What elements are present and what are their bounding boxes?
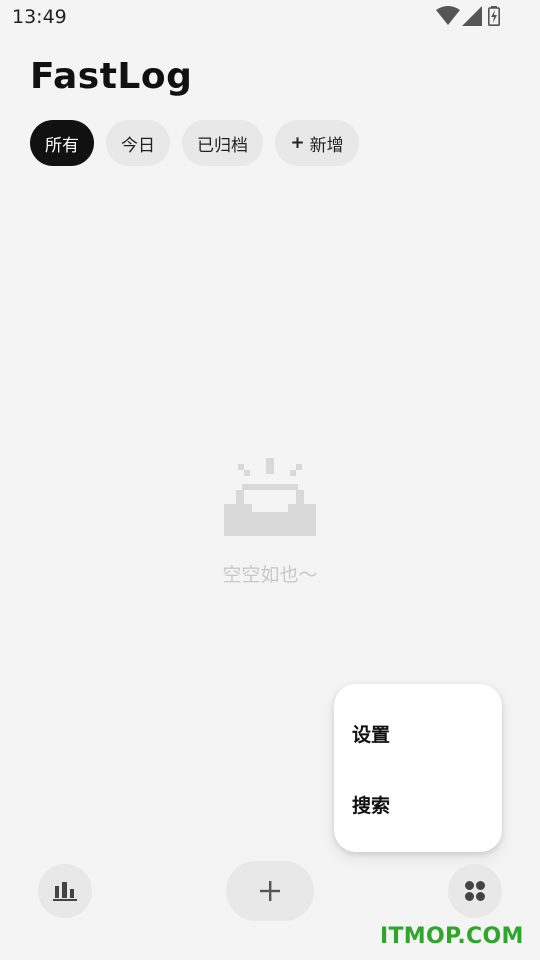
filter-chip-all[interactable]: 所有 (30, 120, 94, 166)
add-plus-glyph: + (290, 133, 305, 153)
battery-charging-icon (488, 6, 500, 26)
bar-chart-icon (53, 882, 77, 901)
page-title: FastLog (30, 56, 193, 97)
empty-state: 空空如也～ (0, 450, 540, 590)
plus-icon (260, 881, 280, 901)
add-log-button[interactable] (226, 861, 314, 921)
popup-menu: 设置 搜索 (334, 684, 502, 852)
menu-item-search[interactable]: 搜索 (352, 791, 390, 818)
filter-chip-archived[interactable]: 已归档 (182, 120, 263, 166)
status-time: 13:49 (12, 6, 67, 28)
signal-icon (462, 6, 482, 26)
filter-chip-today[interactable]: 今日 (106, 120, 170, 166)
more-menu-button[interactable] (448, 864, 502, 918)
empty-inbox-icon (224, 458, 316, 536)
wifi-icon (436, 6, 460, 25)
four-dots-icon (465, 881, 485, 901)
stats-button[interactable] (38, 864, 92, 918)
add-filter-button[interactable]: + 新增 (275, 120, 359, 166)
add-filter-label: 新增 (309, 135, 344, 156)
status-bar: 13:49 (0, 0, 540, 36)
watermark: ITMOP.COM (380, 924, 524, 949)
filter-row: 所有 今日 已归档 + 新增 (30, 120, 371, 166)
empty-state-text: 空空如也～ (222, 564, 318, 586)
status-icons (436, 6, 502, 28)
menu-item-settings[interactable]: 设置 (352, 720, 390, 747)
